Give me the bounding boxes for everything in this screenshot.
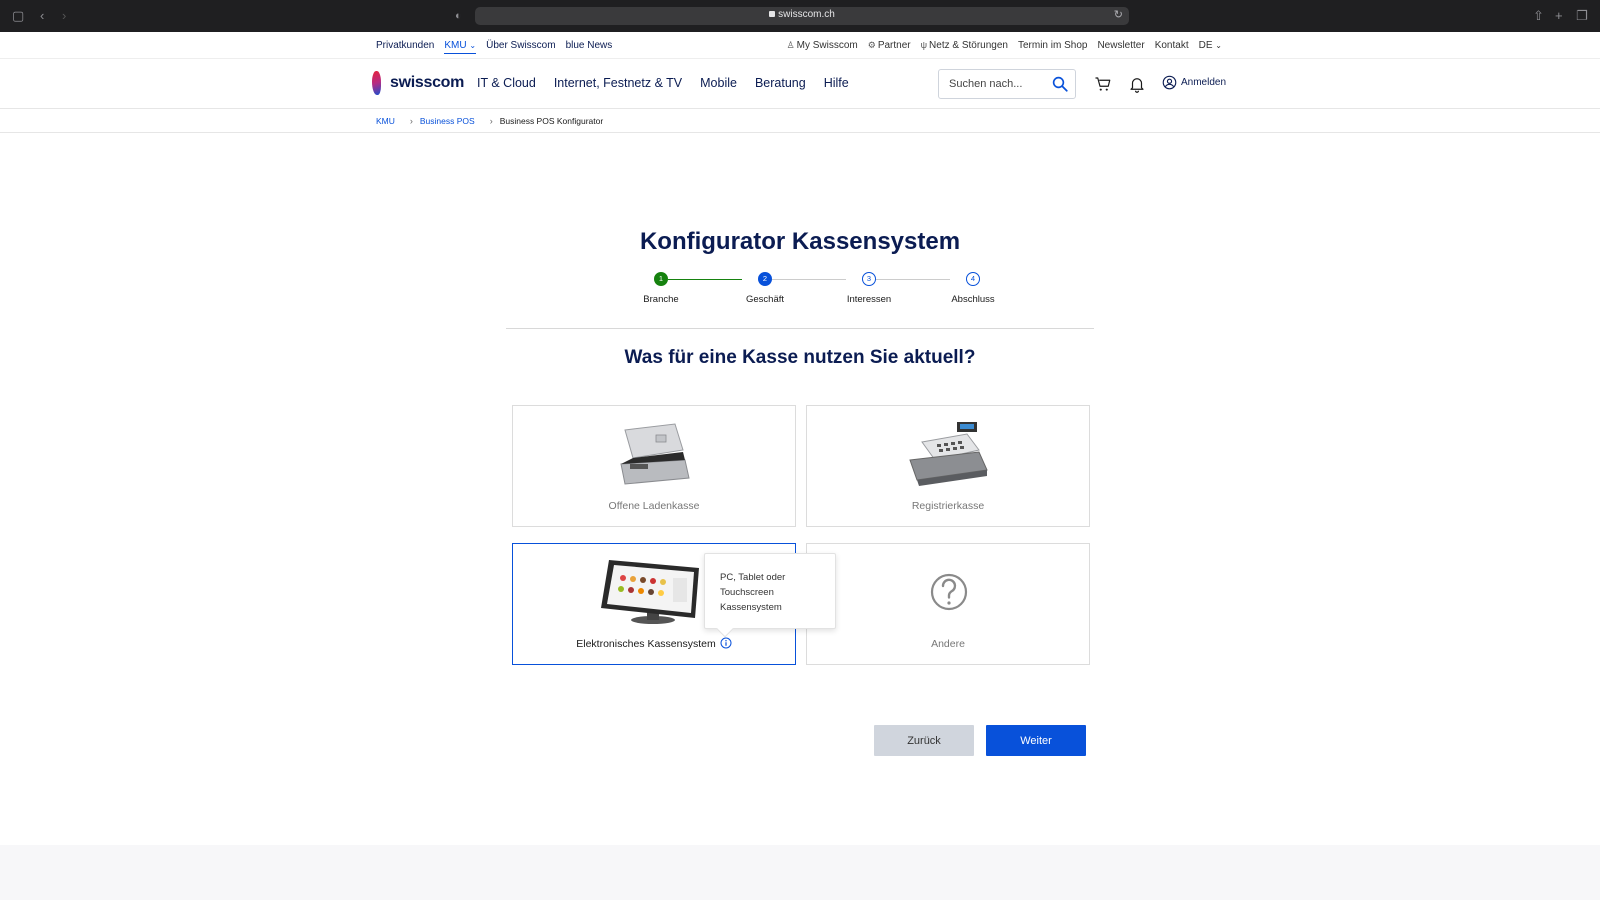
breadcrumb-kmu[interactable]: KMU: [376, 116, 395, 126]
nav-hilfe[interactable]: Hilfe: [824, 76, 849, 90]
step-abschluss: 4 Abschluss: [951, 272, 995, 305]
chevron-down-icon: ⌄: [1215, 41, 1222, 50]
newsletter-link[interactable]: Newsletter: [1097, 40, 1144, 51]
cash-box-image: [620, 423, 690, 485]
back-button[interactable]: Zurück: [874, 725, 974, 756]
step-interessen: 3 Interessen: [846, 272, 892, 305]
next-button[interactable]: Weiter: [986, 725, 1086, 756]
my-swisscom-link[interactable]: ♙ My Swisscom: [787, 40, 858, 51]
step-branche[interactable]: 1 Branche: [626, 272, 696, 305]
lock-icon: [769, 11, 776, 17]
swisscom-logo[interactable]: swisscom: [370, 71, 464, 95]
address-text: swisscom.ch: [778, 9, 835, 20]
shopping-cart-icon[interactable]: [1094, 75, 1112, 93]
privacy-shield-icon[interactable]: ◐: [455, 7, 462, 25]
sidebar-toggle-icon[interactable]: ▢: [12, 7, 24, 25]
back-arrow-icon[interactable]: ‹: [40, 7, 44, 25]
nav-beratung[interactable]: Beratung: [755, 76, 806, 90]
main-navigation: IT & Cloud Internet, Festnetz & TV Mobil…: [477, 76, 849, 90]
search-box: [938, 69, 1076, 99]
notification-bell-icon[interactable]: [1128, 75, 1146, 93]
termin-link[interactable]: Termin im Shop: [1018, 40, 1087, 51]
search-icon[interactable]: [1051, 75, 1069, 93]
info-tooltip: PC, Tablet oder Touchscreen Kassensystem: [704, 553, 836, 638]
nav-it-cloud[interactable]: IT & Cloud: [477, 76, 536, 90]
option-offene-ladenkasse[interactable]: Offene Ladenkasse: [512, 405, 796, 527]
kontakt-link[interactable]: Kontakt: [1155, 40, 1189, 51]
reload-icon[interactable]: ↻: [1114, 8, 1123, 21]
share-icon[interactable]: ⇧: [1533, 7, 1544, 25]
page-title: Konfigurator Kassensystem: [639, 228, 961, 255]
language-select[interactable]: DE ⌄: [1199, 40, 1222, 51]
metanav-blue-news[interactable]: blue News: [566, 40, 613, 54]
footer-area: [0, 845, 1600, 900]
new-tab-icon[interactable]: +: [1555, 7, 1563, 25]
option-registrierkasse[interactable]: Registrierkasse: [806, 405, 1090, 527]
step-geschaeft[interactable]: 2 Geschäft: [730, 272, 800, 305]
meta-navigation: Privatkunden KMU ⌄ Über Swisscom blue Ne…: [0, 32, 1600, 58]
info-icon[interactable]: [720, 637, 732, 649]
chevron-down-icon: ⌄: [469, 41, 477, 50]
partner-link[interactable]: ⚙ Partner: [868, 40, 911, 51]
breadcrumb-business-pos[interactable]: Business POS: [420, 116, 475, 126]
main-header: swisscom IT & Cloud Internet, Festnetz &…: [0, 58, 1600, 109]
search-input[interactable]: [949, 78, 1045, 90]
forward-arrow-icon[interactable]: ›: [62, 7, 66, 25]
user-icon: ♙: [786, 40, 795, 50]
cash-register-image: [909, 422, 988, 486]
antenna-icon: ψ: [920, 40, 928, 50]
handshake-icon: ⚙: [867, 40, 876, 50]
progress-stepper: 1 Branche 2 Geschäft 3 Interessen 4 Absc…: [626, 272, 995, 312]
nav-mobile[interactable]: Mobile: [700, 76, 737, 90]
login-button[interactable]: Anmelden: [1162, 75, 1226, 90]
browser-toolbar: ▢ ‹ › ◐ swisscom.ch ↻ ⇧ + ❐: [0, 0, 1600, 32]
option-andere[interactable]: Andere: [806, 543, 1090, 665]
section-divider: [506, 328, 1094, 329]
address-bar[interactable]: swisscom.ch ↻: [475, 7, 1129, 25]
chevron-right-icon: ›: [489, 116, 493, 126]
chevron-right-icon: ›: [409, 116, 413, 126]
breadcrumb: KMU › Business POS › Business POS Konfig…: [0, 109, 1600, 133]
question-mark-icon: [930, 573, 968, 611]
question-heading: Was für eine Kasse nutzen Sie aktuell?: [624, 347, 976, 368]
metanav-ueber-swisscom[interactable]: Über Swisscom: [486, 40, 555, 54]
nav-internet-festnetz-tv[interactable]: Internet, Festnetz & TV: [554, 76, 682, 90]
netz-stoerungen-link[interactable]: ψ Netz & Störungen: [921, 40, 1008, 51]
breadcrumb-current: Business POS Konfigurator: [499, 116, 604, 126]
user-circle-icon: [1162, 75, 1177, 90]
metanav-privatkunden[interactable]: Privatkunden: [376, 40, 434, 54]
tab-overview-icon[interactable]: ❐: [1576, 7, 1588, 25]
swisscom-logo-mark: [370, 71, 384, 95]
metanav-kmu[interactable]: KMU ⌄: [444, 40, 477, 54]
